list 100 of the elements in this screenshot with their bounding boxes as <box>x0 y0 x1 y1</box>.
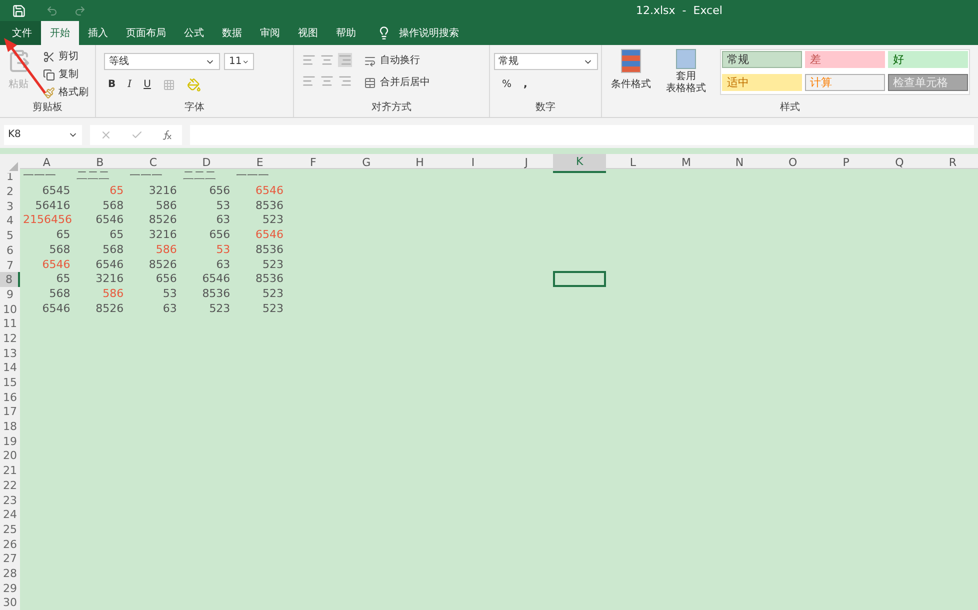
table-cell-text: 2156456 <box>22 213 73 228</box>
bold-button[interactable]: B <box>108 77 116 92</box>
italic-button[interactable]: I <box>128 77 132 92</box>
table-cell-text: 63 <box>215 258 232 272</box>
function-icon[interactable] <box>162 130 172 140</box>
copy-button[interactable]: 复制 <box>58 67 78 82</box>
align-bottom-icon[interactable] <box>338 53 352 68</box>
table-cell-text: 656 <box>208 228 232 244</box>
table-cell-text: 568 <box>48 286 72 302</box>
wrap-text-button[interactable]: 自动换行 <box>380 53 420 68</box>
table-cell-text: 523 <box>261 213 284 228</box>
group-label: 字体 <box>184 103 204 114</box>
conditional-format-button[interactable]: 条件格式 <box>611 77 651 92</box>
font-size-field[interactable]: 11 <box>224 53 254 70</box>
table-cell-text: 523 <box>261 286 284 302</box>
column-header[interactable]: M <box>660 154 713 173</box>
undo-icon[interactable] <box>46 4 58 17</box>
ribbon-tab[interactable]: 视图 <box>289 21 327 46</box>
cell-style-swatch[interactable]: 好 <box>888 51 968 68</box>
table-cell-text: 523 <box>261 258 284 272</box>
table-cell-text: 6546 <box>41 258 72 272</box>
cancel-icon[interactable] <box>100 128 112 141</box>
window-title: 12.xlsx - Excel <box>636 3 722 19</box>
selected-cell[interactable] <box>552 271 606 288</box>
align-center-icon[interactable] <box>320 74 334 88</box>
table-cell-text: 568 <box>102 198 125 214</box>
underline-button[interactable]: U <box>144 77 151 92</box>
tell-me-search[interactable]: 操作说明搜索 <box>399 26 459 41</box>
ribbon-tab[interactable]: 数据 <box>213 21 251 46</box>
table-cell-text: 568 <box>102 242 125 258</box>
ribbon-tab[interactable]: 页面布局 <box>117 21 175 46</box>
ribbon-tab[interactable]: 帮助 <box>327 21 365 46</box>
file-tab[interactable]: 文件 <box>0 21 41 46</box>
ribbon-tab[interactable]: 审阅 <box>251 21 289 46</box>
column-header[interactable]: J <box>500 154 553 173</box>
merge-center-button[interactable]: 合并后居中 <box>380 75 430 90</box>
table-cell-text: 586 <box>154 242 178 258</box>
table-cell-text: 656 <box>208 184 232 200</box>
align-left-icon[interactable] <box>302 74 316 88</box>
table-cell-text: 8536 <box>254 242 284 258</box>
table-cell-text: 8536 <box>254 198 284 214</box>
column-header[interactable]: F <box>286 154 340 173</box>
column-header[interactable]: I <box>446 154 500 173</box>
ribbon-tab[interactable]: 插入 <box>79 21 117 46</box>
align-middle-icon[interactable] <box>320 53 334 68</box>
lightbulb-icon <box>377 26 391 40</box>
percent-button[interactable]: % <box>502 77 512 92</box>
table-cell-text: 8526 <box>94 302 125 317</box>
enter-icon[interactable] <box>130 128 143 141</box>
column-header[interactable]: R <box>926 154 978 173</box>
border-icon[interactable] <box>162 78 175 91</box>
arrow-annotation <box>3 37 47 95</box>
table-cell-text: 6545 <box>41 184 72 200</box>
table-format-icon <box>676 49 696 70</box>
column-header[interactable]: G <box>340 154 394 173</box>
conditional-format-icon <box>621 49 641 74</box>
group-label: 对齐方式 <box>372 103 412 114</box>
group-label: 剪贴板 <box>32 103 62 114</box>
font-name-field[interactable]: 等线 <box>104 53 220 70</box>
comma-button[interactable]: , <box>524 77 528 92</box>
format-painter-button[interactable]: 格式刷 <box>58 85 88 100</box>
column-header[interactable]: K <box>552 154 606 173</box>
column-header[interactable]: P <box>819 154 873 173</box>
table-cell-text: 63 <box>215 213 232 228</box>
table-cell-text: 3216 <box>94 272 125 288</box>
table-cell-text: 53 <box>215 242 232 258</box>
table-format-button[interactable]: 套用 表格格式 <box>666 71 706 96</box>
column-header[interactable]: H <box>393 154 446 173</box>
table-cell-text: 568 <box>48 242 72 258</box>
scissors-icon <box>42 50 54 63</box>
cut-button[interactable]: 剪切 <box>58 49 78 64</box>
copy-icon <box>42 68 54 81</box>
merge-icon <box>364 76 376 89</box>
ribbon-tab[interactable]: 开始 <box>41 21 79 46</box>
redo-icon[interactable] <box>74 4 86 17</box>
fill-color-icon[interactable] <box>186 78 201 92</box>
align-right-icon[interactable] <box>338 74 352 88</box>
table-cell-text: 523 <box>261 302 284 317</box>
column-header[interactable]: Q <box>872 154 926 173</box>
table-cell-text: 523 <box>208 302 232 317</box>
table-cell-text: 65 <box>108 184 125 200</box>
row-header[interactable]: 30 <box>0 595 20 610</box>
column-header[interactable]: L <box>606 154 660 173</box>
align-top-icon[interactable] <box>302 53 316 68</box>
save-icon[interactable] <box>12 4 26 18</box>
column-header[interactable]: O <box>766 154 820 173</box>
column-header[interactable]: N <box>712 154 766 173</box>
cell-style-swatch[interactable]: 常规 <box>722 51 802 68</box>
table-cell-text: 656 <box>154 272 178 288</box>
name-box[interactable]: K8 <box>4 124 82 145</box>
table-cell-text: 53 <box>215 198 232 214</box>
ribbon-tab[interactable]: 公式 <box>175 21 213 46</box>
wrap-text-icon <box>364 54 376 67</box>
table-cell-text: 6546 <box>254 184 284 200</box>
table-cell-text: 8536 <box>201 286 232 302</box>
group-label: 样式 <box>780 103 800 114</box>
table-cell-text: 3216 <box>148 228 178 244</box>
number-format-field[interactable]: 常规 <box>494 53 598 70</box>
table-cell-text: 586 <box>102 286 125 302</box>
paintbrush-icon <box>42 86 54 99</box>
